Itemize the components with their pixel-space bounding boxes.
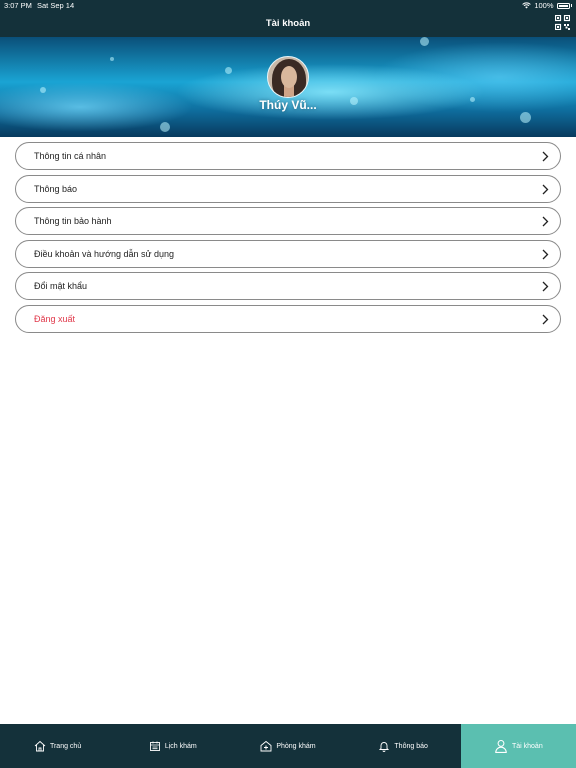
qr-code-icon[interactable] <box>555 15 570 30</box>
banner-sparkle <box>40 87 46 93</box>
calendar-icon <box>149 741 160 751</box>
menu-item-logout[interactable]: Đăng xuất <box>15 304 561 333</box>
banner-sparkle <box>110 57 114 61</box>
tab-label: Tài khoản <box>511 742 543 750</box>
avatar-face <box>281 66 297 88</box>
tab-clinic[interactable]: Phòng khám <box>230 724 345 768</box>
chevron-right-icon <box>542 314 549 325</box>
menu-item-label: Thông tin cá nhân <box>34 151 107 161</box>
bottom-tab-bar: Trang chủ Lịch khám Phòng khám Thông báo… <box>0 724 576 768</box>
tab-label: Lịch khám <box>164 742 197 750</box>
tab-home[interactable]: Trang chủ <box>0 724 115 768</box>
tab-account[interactable]: Tài khoản <box>460 724 576 768</box>
menu-item-label: Thông báo <box>34 183 78 194</box>
menu-item-notifications[interactable]: Thông báo <box>15 174 561 203</box>
tab-notifications[interactable]: Thông báo <box>346 724 461 768</box>
chevron-right-icon <box>542 151 549 162</box>
menu-item-warranty-info[interactable]: Thông tin bảo hành <box>15 207 561 236</box>
tab-label: Thông báo <box>394 742 428 750</box>
banner-sparkle <box>160 122 170 132</box>
status-date: Sat Sep 14 <box>37 1 75 10</box>
battery-tip <box>570 4 572 7</box>
chevron-right-icon <box>542 216 549 227</box>
status-right: 100% <box>522 1 572 10</box>
banner-sparkle <box>420 37 429 46</box>
menu-item-terms[interactable]: Điều khoản và hướng dẫn sử dụng <box>15 239 561 268</box>
banner-sparkle <box>520 112 531 123</box>
menu-item-label: Đăng xuất <box>34 313 76 324</box>
tab-label: Trang chủ <box>49 742 82 750</box>
tab-label: Phòng khám <box>276 742 316 750</box>
chevron-right-icon <box>542 249 549 260</box>
user-icon <box>495 739 507 753</box>
page-title: Tài khoản <box>265 18 311 29</box>
chevron-right-icon <box>542 281 549 292</box>
menu-item-change-password[interactable]: Đổi mật khẩu <box>15 272 561 301</box>
clinic-icon <box>260 740 272 752</box>
profile-name: Thúy Vũ... <box>259 98 317 112</box>
status-time: 3:07 PM <box>4 1 32 10</box>
wifi-icon <box>522 2 532 9</box>
battery-icon <box>556 2 570 9</box>
home-icon <box>34 740 46 752</box>
chevron-right-icon <box>542 184 549 195</box>
menu-item-personal-info[interactable]: Thông tin cá nhân <box>15 142 561 170</box>
bell-icon <box>379 742 390 752</box>
banner-sparkle <box>225 67 232 74</box>
menu-item-label: Thông tin bảo hành <box>34 216 112 227</box>
tab-schedule[interactable]: Lịch khám <box>115 724 230 768</box>
status-bar: 3:07 PM Sat Sep 14 100% <box>0 0 576 11</box>
top-bar: 3:07 PM Sat Sep 14 100% Tài khoản <box>0 0 576 37</box>
menu-item-label: Đổi mật khẩu <box>34 281 88 292</box>
menu-item-label: Điều khoản và hướng dẫn sử dụng <box>34 248 175 259</box>
profile-banner <box>0 37 576 137</box>
battery-percent: 100% <box>534 1 554 10</box>
account-menu: Thông tin cá nhân Thông báo Thông tin bả… <box>15 142 561 338</box>
avatar[interactable] <box>267 56 309 98</box>
